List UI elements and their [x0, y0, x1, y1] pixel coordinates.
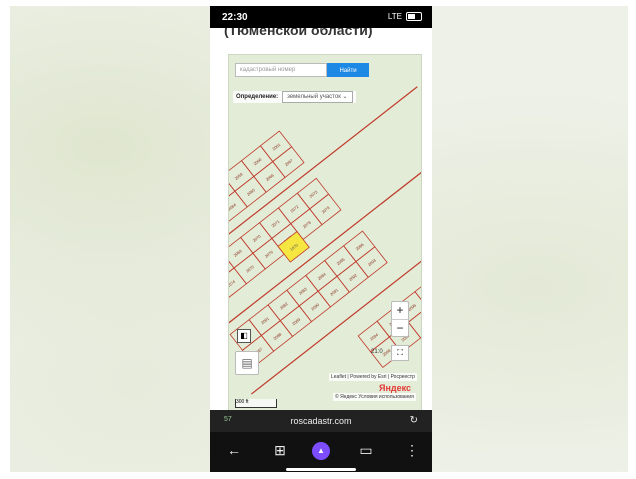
parcel-outline — [407, 306, 421, 339]
parcel-label: 2064 — [229, 202, 238, 212]
cadastral-map[interactable]: 2055205720582059206020612062206320642065… — [228, 54, 422, 410]
parcel-outline — [414, 276, 421, 308]
road-boundary — [229, 86, 418, 285]
parcel-label: 2085 — [336, 256, 347, 266]
zoom-level-label: 21:0 — [371, 349, 383, 355]
parcel-label: 2071 — [270, 218, 281, 228]
definition-select-value: земельный участок — [287, 94, 341, 100]
parcel-label: 2076 — [264, 249, 275, 259]
parcel-label: 2079 — [321, 205, 332, 215]
tabs-icon[interactable]: ▭ — [356, 442, 376, 459]
zoom-out-button[interactable]: − — [392, 320, 408, 337]
definition-select[interactable]: земельный участок ⌄ — [282, 91, 353, 103]
parcel-label: 2083 — [298, 286, 309, 296]
status-indicators: LTE — [388, 12, 422, 21]
parcel-label: 2092 — [348, 272, 359, 282]
parcel-label: 2059 — [233, 171, 244, 181]
yandex-logo: Яндекс — [379, 383, 412, 393]
parcel-label: 2094 — [369, 332, 380, 342]
cadastral-search-input[interactable]: кадастровый номер — [235, 63, 327, 77]
parcel-label: 2089 — [291, 316, 302, 326]
definition-row: Определение: земельный участок ⌄ — [233, 91, 356, 103]
zoom-in-button[interactable]: + — [392, 302, 408, 320]
parcel-label: 2069 — [233, 248, 244, 258]
search-button[interactable]: Найти — [327, 63, 369, 77]
parcel-label: 2061 — [271, 142, 282, 152]
new-tab-icon[interactable]: ⊞ — [270, 442, 290, 459]
parcel-label: 2090 — [310, 302, 321, 312]
parcel-label: 2084 — [317, 271, 328, 281]
browser-url-bar[interactable]: 57 roscadastr.com ↻ — [210, 410, 432, 432]
fullscreen-icon[interactable]: ⛶ — [391, 345, 409, 361]
parcel-label: 2072 — [289, 204, 300, 214]
layers-button[interactable]: ▤ — [235, 351, 259, 375]
draw-tool-button[interactable]: ◧ — [237, 329, 251, 343]
road-boundary — [250, 196, 421, 395]
status-bar: 22:30 LTE — [210, 6, 432, 28]
scale-bar: 300 ft — [235, 399, 277, 408]
network-label: LTE — [387, 12, 402, 21]
parcel-label: 2060 — [252, 156, 263, 166]
parcel-label: 2067 — [284, 157, 295, 167]
web-page: (Тюменской области) 20552057205820592060… — [210, 28, 432, 410]
alice-assistant-icon[interactable]: ▲ — [312, 442, 330, 460]
parcel-label: 2086 — [354, 242, 365, 252]
map-attribution: Leaflet | Powered by Esri | Росреестр — [329, 373, 417, 381]
back-icon[interactable]: ← — [224, 442, 244, 458]
zoom-control[interactable]: + − — [391, 301, 409, 337]
parcel-label: 2065 — [246, 187, 257, 197]
parcel-label: 2073 — [308, 189, 319, 199]
parcel-label: 2081 — [260, 315, 271, 325]
parcel-label: 2075 — [245, 264, 256, 274]
menu-icon[interactable]: ⋮ — [402, 442, 422, 459]
parcel-label: 2066 — [265, 172, 276, 182]
reload-icon[interactable]: ↻ — [410, 415, 418, 426]
parcel-label: 2078 — [302, 219, 313, 229]
parcel-label: 2093 — [367, 257, 378, 267]
phone-screen: 22:30 LTE (Тюменской области) 2055205720… — [210, 6, 432, 472]
parcel-label: 2074 — [229, 278, 237, 288]
map-terms: © Яндекс Условия использования — [333, 393, 416, 401]
parcel-label: 2070 — [252, 233, 263, 243]
parcel-label: 2091 — [329, 287, 340, 297]
url-text[interactable]: roscadastr.com — [210, 416, 432, 426]
parcel-label: 2088 — [272, 331, 283, 341]
page-title: (Тюменской области) — [224, 28, 373, 38]
home-indicator — [286, 468, 356, 471]
battery-icon — [406, 12, 422, 21]
status-time: 22:30 — [222, 12, 248, 23]
browser-nav-bar: ← ⊞ ▲ ▭ ⋮ — [210, 432, 432, 472]
definition-label: Определение: — [236, 94, 279, 100]
parcel-label: 2082 — [279, 301, 290, 311]
